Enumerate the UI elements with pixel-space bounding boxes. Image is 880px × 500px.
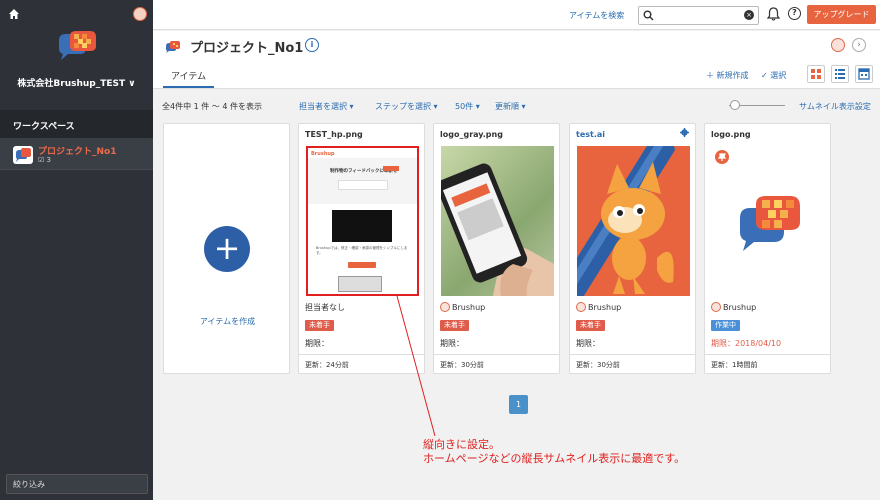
new-item-button[interactable]: ＋ 新規作成 [706,70,749,81]
status-badge: 未着手 [440,320,469,331]
user-avatar-icon[interactable] [133,7,147,21]
project-logo-icon [13,146,33,164]
item-card[interactable]: logo_gray.png Brushup 未着手 期限： 更新：30分前 [433,123,560,374]
create-item-card[interactable]: + アイテムを作成 [163,123,290,374]
assignee-avatar-icon [711,302,721,312]
search-input[interactable]: × [638,6,759,25]
annotation-line-2: ホームページなどの縦長サムネイル表示に最適です。 [423,452,686,465]
status-badge: 未着手 [305,320,334,331]
select-button[interactable]: ✓ 選択 [761,70,786,81]
annotation-text: 縦向きに設定。 ホームページなどの縦長サムネイル表示に最適です。 [423,438,685,466]
search-icon [643,10,654,21]
filter-input[interactable]: 絞り込み [6,474,148,494]
assignee-avatar-icon [440,302,450,312]
due-date: 期限： [440,339,464,348]
clear-search-icon[interactable]: × [744,10,754,20]
assignee: Brushup [711,302,756,312]
hp-signup-button [348,262,376,268]
slider-handle[interactable] [730,100,740,110]
item-card[interactable]: test.ai Brushup 未着手 期限： 更新：30分前 [569,123,696,374]
sort-dropdown[interactable]: 更新順 ▾ [495,101,526,112]
fox-illustration-image [577,146,675,296]
item-card[interactable]: logo.png Brushup 作業中 期限：2018/04/10 更新：1時… [704,123,831,374]
thumbnail-settings-link[interactable]: サムネイル表示設定 [799,101,871,112]
sidebar: 株式会社Brushup_TEST ∨ ワークスペース プロジェクト_No1 ☑ … [0,0,153,500]
project-logo-icon [166,41,180,53]
list-view-icon[interactable] [831,65,849,83]
due-date: 期限：2018/04/10 [711,339,782,348]
home-icon[interactable] [8,8,20,20]
item-thumbnail[interactable] [577,146,690,296]
pin-icon[interactable] [715,150,729,164]
item-name[interactable]: logo.png [711,130,751,139]
due-date: 期限： [576,339,600,348]
company-selector[interactable]: 株式会社Brushup_TEST ∨ [0,76,153,89]
annotation-line-1: 縦向きに設定。 [423,438,500,451]
grid-view-icon[interactable] [807,65,825,83]
hp-hero: 制作物のフィードバックに革新を [308,158,417,204]
tab-items[interactable]: アイテム [163,67,215,88]
updated-time: 更新：30分前 [570,354,695,375]
item-card[interactable]: TEST_hp.png Brushup 制作物のフィードバックに革新を Brus… [298,123,425,374]
hp-body: Brushupでは、修正・確認・承認の管理をシンプルにします。 [316,246,408,255]
updated-time: 更新：24分前 [299,354,424,375]
upgrade-button[interactable]: アップグレード [807,5,876,24]
gear-icon[interactable] [680,128,689,137]
hp-logo-box [338,180,388,190]
assignee-dropdown[interactable]: 担当者を選択 ▾ [299,101,354,112]
item-name[interactable]: TEST_hp.png [305,130,363,139]
assignee: Brushup [576,302,621,312]
hp-device-image [338,276,382,292]
updated-time: 更新：1時間前 [705,354,830,375]
status-badge: 未着手 [576,320,605,331]
plus-icon[interactable]: + [204,226,250,272]
info-icon[interactable]: i [305,38,319,52]
assignee: 担当者なし [305,303,345,312]
item-thumbnail[interactable] [441,146,554,296]
sidebar-item-project[interactable]: プロジェクト_No1 ☑ 3 [0,138,153,170]
due-date: 期限： [305,339,329,348]
per-page-dropdown[interactable]: 50件 ▾ [455,101,480,112]
workspace-heading: ワークスペース [0,110,153,138]
page-title: プロジェクト_No1 [190,41,304,56]
calendar-view-icon[interactable] [855,65,873,83]
status-badge: 作業中 [711,320,740,331]
result-count: 全4件中 1 件 〜 4 件を表示 [162,102,262,111]
item-thumbnail[interactable] [712,146,825,296]
phone-in-hand-image [441,163,554,296]
brushup-logo-image [740,196,800,251]
step-dropdown[interactable]: ステップを選択 ▾ [375,101,438,112]
help-icon[interactable]: ? [788,7,801,20]
hp-video [332,210,392,242]
create-item-label[interactable]: アイテムを作成 [164,316,291,327]
hp-cta-button [383,166,399,171]
updated-time: 更新：30分前 [434,354,559,375]
filter-bar: 全4件中 1 件 〜 4 件を表示 担当者を選択 ▾ ステップを選択 ▾ 50件… [153,89,880,119]
page-1-button[interactable]: 1 [509,395,528,414]
item-name[interactable]: test.ai [576,130,605,139]
item-thumbnail[interactable]: Brushup 制作物のフィードバックに革新を Brushupでは、修正・確認・… [306,146,419,296]
item-name[interactable]: logo_gray.png [440,130,503,139]
project-header: プロジェクト_No1 i › アイテム ＋ 新規作成 ✓ 選択 [153,31,880,89]
search-label: アイテムを検索 [569,11,625,20]
topbar: アイテムを検索 × ? アップグレード [153,0,880,30]
project-item-count: ☑ 3 [38,156,51,164]
member-avatar-icon[interactable] [831,38,845,52]
brushup-logo-icon [59,31,96,60]
chevron-right-icon[interactable]: › [852,38,866,52]
hp-brand: Brushup [311,151,335,157]
assignee-avatar-icon [576,302,586,312]
assignee: Brushup [440,302,485,312]
bell-icon[interactable] [767,7,780,21]
